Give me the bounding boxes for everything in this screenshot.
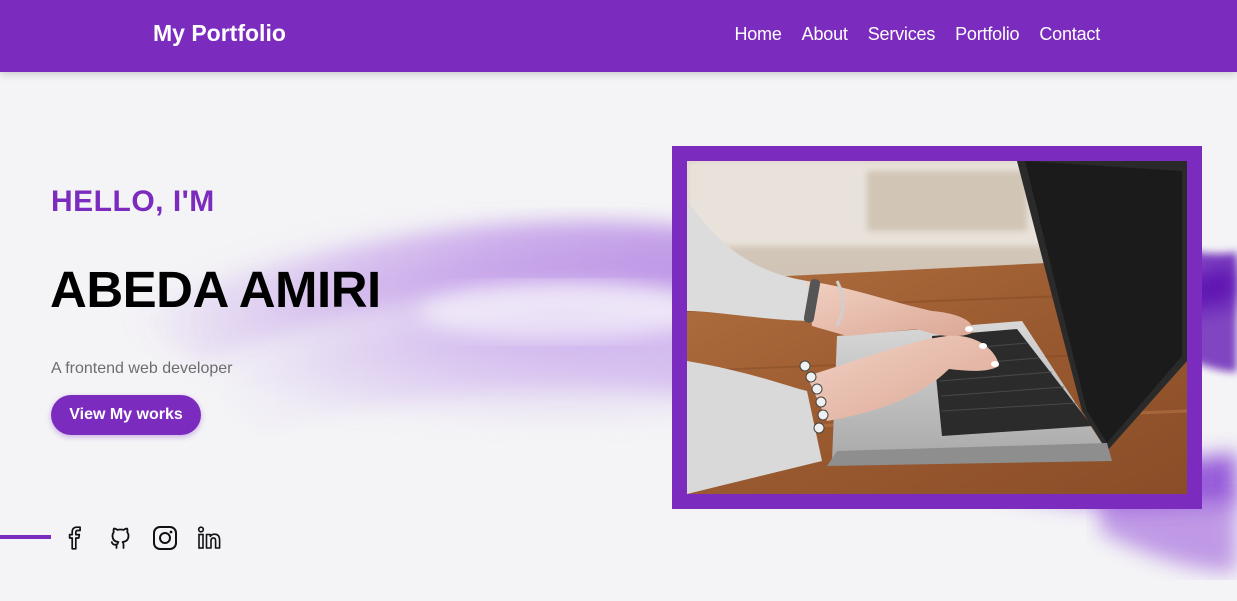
nav-link-home[interactable]: Home [734,24,781,45]
github-icon[interactable] [107,524,133,552]
social-accent-line [0,535,51,539]
facebook-icon[interactable] [62,524,88,552]
hero-greeting: HELLO, I'M [51,185,215,218]
linkedin-icon[interactable] [197,524,223,552]
instagram-icon[interactable] [152,524,178,552]
hero-photo-laptop [687,161,1187,494]
hero-tagline: A frontend web developer [51,360,233,377]
hero-section: HELLO, I'M ABEDA AMIRI A frontend web de… [0,72,1237,601]
nav-link-services[interactable]: Services [868,24,936,45]
site-header: My Portfolio Home About Services Portfol… [0,0,1237,72]
main-nav: Home About Services Portfolio Contact [734,24,1100,45]
nav-link-portfolio[interactable]: Portfolio [955,24,1019,45]
nav-link-about[interactable]: About [802,24,848,45]
hero-name: ABEDA AMIRI [50,261,381,318]
view-works-button[interactable]: View My works [51,395,201,435]
nav-link-contact[interactable]: Contact [1039,24,1100,45]
brand-logo-link[interactable]: My Portfolio [153,20,286,47]
social-links [62,524,223,552]
hero-photo-frame [672,146,1202,509]
